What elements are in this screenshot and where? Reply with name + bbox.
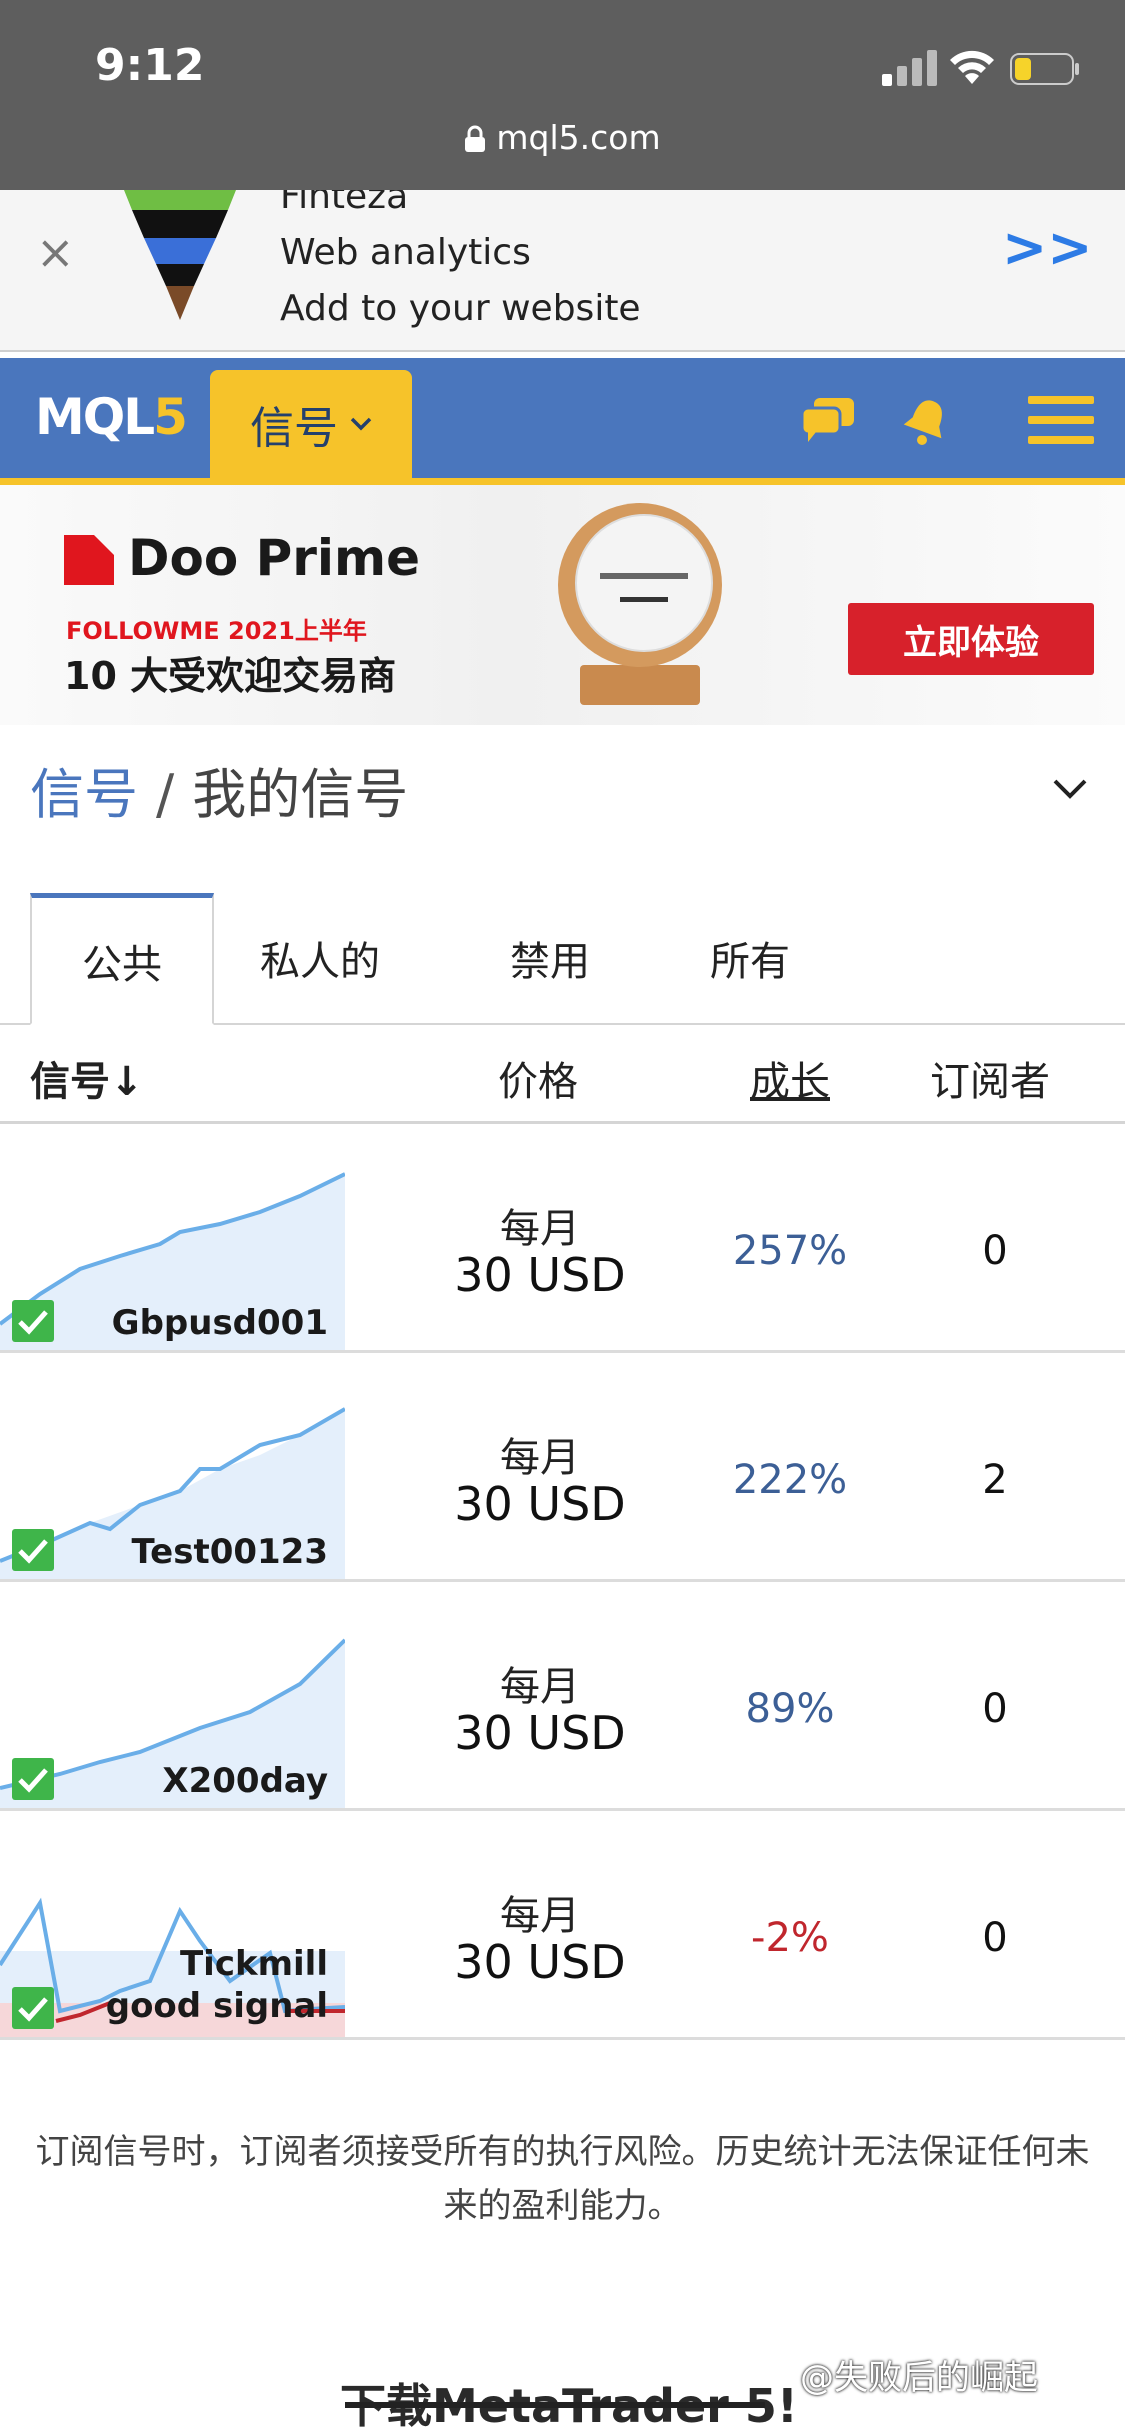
page: 9:12 mql5.com × Finteza Web analytics Ad… <box>0 0 1125 2436</box>
trophy-image <box>558 503 722 705</box>
subscriber-count: 0 <box>982 1686 1008 1732</box>
price-period: 每月 <box>500 1206 580 1252</box>
signal-tabs: 公共 私人的 禁用 所有 <box>0 893 1125 1025</box>
hamburger-menu-icon[interactable] <box>1028 394 1094 446</box>
tab-all[interactable]: 所有 <box>710 893 790 1023</box>
growth-value: -2% <box>751 1915 829 1961</box>
promo-banner-doo-prime[interactable]: Doo Prime FOLLOWME 2021上半年 10 大受欢迎交易商 立即… <box>0 485 1125 725</box>
ad-line-1: Web analytics <box>280 232 531 273</box>
price-value: 30 USD <box>454 1706 626 1760</box>
finteza-logo <box>124 190 236 320</box>
column-header-growth[interactable]: 成长 <box>750 1049 830 1107</box>
price-value: 30 USD <box>454 1248 626 1302</box>
ad-banner-finteza[interactable]: × Finteza Web analytics Add to your webs… <box>0 190 1125 352</box>
verified-check-icon <box>12 1758 54 1800</box>
wifi-icon <box>950 50 994 84</box>
tab-disabled[interactable]: 禁用 <box>510 893 590 1023</box>
price-period: 每月 <box>500 1435 580 1481</box>
banner-cta-button[interactable]: 立即体验 <box>848 603 1094 675</box>
breadcrumb-separator: / <box>156 763 175 826</box>
price-period: 每月 <box>500 1893 580 1939</box>
chat-icon[interactable] <box>800 396 856 442</box>
chevron-down-icon[interactable] <box>1052 778 1088 800</box>
table-row[interactable]: Test00123 每月 30 USD 222% 2 <box>0 1353 1125 1582</box>
signal-name-link[interactable]: Gbpusd001 <box>112 1302 328 1344</box>
banner-headline: 10 大受欢迎交易商 <box>64 654 397 698</box>
banner-brand: Doo Prime <box>128 529 421 587</box>
download-strike-line <box>345 2402 765 2408</box>
logo-main-text: MQL <box>35 388 155 446</box>
lock-icon <box>465 125 486 152</box>
breadcrumb-current: 我的信号 <box>192 763 409 826</box>
nav-signals-label: 信号 <box>250 403 338 454</box>
verified-check-icon <box>12 1529 54 1571</box>
table-row[interactable]: Tickmill good signal 每月 30 USD -2% 0 <box>0 1811 1125 2040</box>
column-header-subscribers[interactable]: 订阅者 <box>930 1049 1050 1107</box>
status-time: 9:12 <box>95 40 205 91</box>
ad-arrow-icon[interactable]: >> <box>1002 216 1093 279</box>
column-header-price[interactable]: 价格 <box>498 1049 578 1107</box>
doo-prime-logo-icon <box>64 535 114 585</box>
address-bar[interactable]: mql5.com <box>0 118 1125 157</box>
ad-line-2: Add to your website <box>280 288 641 329</box>
signal-name-link[interactable]: X200day <box>162 1760 328 1802</box>
ad-title: Finteza <box>280 190 409 217</box>
subscriber-count: 0 <box>982 1915 1008 1961</box>
signal-name-link[interactable]: Tickmill good signal <box>78 1943 328 2027</box>
price-value: 30 USD <box>454 1477 626 1531</box>
subscriber-count: 2 <box>982 1457 1008 1503</box>
verified-check-icon <box>12 1300 54 1342</box>
verified-check-icon <box>12 1987 54 2029</box>
cellular-signal-icon <box>882 50 937 86</box>
growth-value: 222% <box>732 1457 848 1503</box>
table-header: 信号↓ 价格 成长 订阅者 <box>0 1025 1125 1124</box>
banner-subtitle: FOLLOWME 2021上半年 <box>66 617 367 645</box>
table-row[interactable]: Gbpusd001 每月 30 USD 257% 0 <box>0 1124 1125 1353</box>
mql5-logo[interactable]: MQL5 <box>35 388 188 446</box>
url-text: mql5.com <box>496 118 661 157</box>
bell-icon[interactable] <box>900 396 952 448</box>
chevron-down-icon <box>350 417 372 431</box>
nav-signals-dropdown[interactable]: 信号 <box>210 370 412 478</box>
logo-accent-text: 5 <box>153 388 188 446</box>
breadcrumb-root-link[interactable]: 信号 <box>30 763 138 826</box>
table-row[interactable]: X200day 每月 30 USD 89% 0 <box>0 1582 1125 1811</box>
breadcrumb: 信号 / 我的信号 <box>30 750 408 829</box>
growth-value: 89% <box>745 1686 835 1732</box>
main-navbar: MQL5 信号 <box>0 358 1125 485</box>
close-icon[interactable]: × <box>36 225 75 279</box>
battery-icon <box>1010 53 1079 85</box>
price-value: 30 USD <box>454 1935 626 1989</box>
signal-name-link[interactable]: Test00123 <box>131 1531 328 1573</box>
watermark-text: @失败后的崛起 <box>800 2358 1038 2398</box>
risk-disclaimer: 订阅信号时，订阅者须接受所有的执行风险。历史统计无法保证任何未来的盈利能力。 <box>35 2132 1090 2226</box>
column-header-signal[interactable]: 信号↓ <box>30 1049 144 1107</box>
growth-value: 257% <box>732 1228 848 1274</box>
status-bar: 9:12 mql5.com <box>0 0 1125 190</box>
tab-public[interactable]: 公共 <box>30 893 214 1025</box>
price-period: 每月 <box>500 1664 580 1710</box>
tab-private[interactable]: 私人的 <box>260 893 380 1023</box>
subscriber-count: 0 <box>982 1228 1008 1274</box>
